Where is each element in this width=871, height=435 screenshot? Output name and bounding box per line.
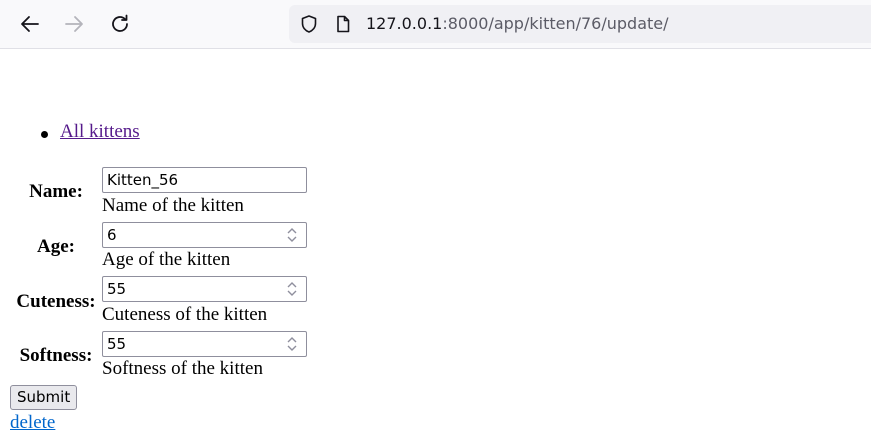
back-arrow-icon[interactable] — [15, 9, 45, 39]
age-field-value: 6 — [107, 226, 117, 244]
page-icon[interactable] — [333, 14, 353, 34]
softness-label: Softness: — [19, 345, 93, 366]
name-help: Name of the kitten — [102, 195, 244, 216]
softness-field[interactable]: 55 — [102, 331, 307, 357]
age-spinner[interactable] — [286, 227, 298, 243]
url-bar[interactable]: 127.0.0.1:8000/app/kitten/76/update/ — [289, 5, 871, 43]
list-bullet — [41, 131, 48, 138]
url-text[interactable]: 127.0.0.1:8000/app/kitten/76/update/ — [366, 14, 669, 34]
name-field-value: Kitten_56 — [107, 171, 179, 189]
submit-button[interactable]: Submit — [10, 385, 78, 410]
browser-toolbar: 127.0.0.1:8000/app/kitten/76/update/ — [0, 0, 871, 49]
url-host: 127.0.0.1 — [366, 14, 443, 33]
chevron-down-icon[interactable] — [286, 290, 298, 297]
url-path: :8000/app/kitten/76/update/ — [442, 14, 669, 33]
cuteness-label: Cuteness: — [16, 291, 96, 312]
cuteness-field[interactable]: 55 — [102, 276, 307, 302]
age-field[interactable]: 6 — [102, 222, 307, 248]
softness-spinner[interactable] — [286, 336, 298, 352]
softness-help: Softness of the kitten — [102, 358, 263, 379]
cuteness-field-value: 55 — [107, 280, 127, 298]
chevron-down-icon[interactable] — [286, 345, 298, 352]
age-help: Age of the kitten — [102, 249, 231, 270]
chevron-up-icon[interactable] — [286, 281, 298, 288]
softness-field-value: 55 — [107, 335, 127, 353]
reload-icon[interactable] — [105, 9, 135, 39]
delete-link[interactable]: delete — [10, 411, 55, 435]
name-field[interactable]: Kitten_56 — [102, 167, 307, 193]
forward-arrow-icon[interactable] — [59, 9, 89, 39]
cuteness-help: Cuteness of the kitten — [102, 304, 268, 325]
chevron-up-icon[interactable] — [286, 336, 298, 343]
all-kittens-link[interactable]: All kittens — [60, 120, 140, 144]
chevron-up-icon[interactable] — [286, 227, 298, 234]
age-label: Age: — [37, 236, 75, 257]
shield-icon[interactable] — [299, 14, 319, 34]
chevron-down-icon[interactable] — [286, 236, 298, 243]
name-label: Name: — [29, 181, 83, 202]
cuteness-spinner[interactable] — [286, 281, 298, 297]
